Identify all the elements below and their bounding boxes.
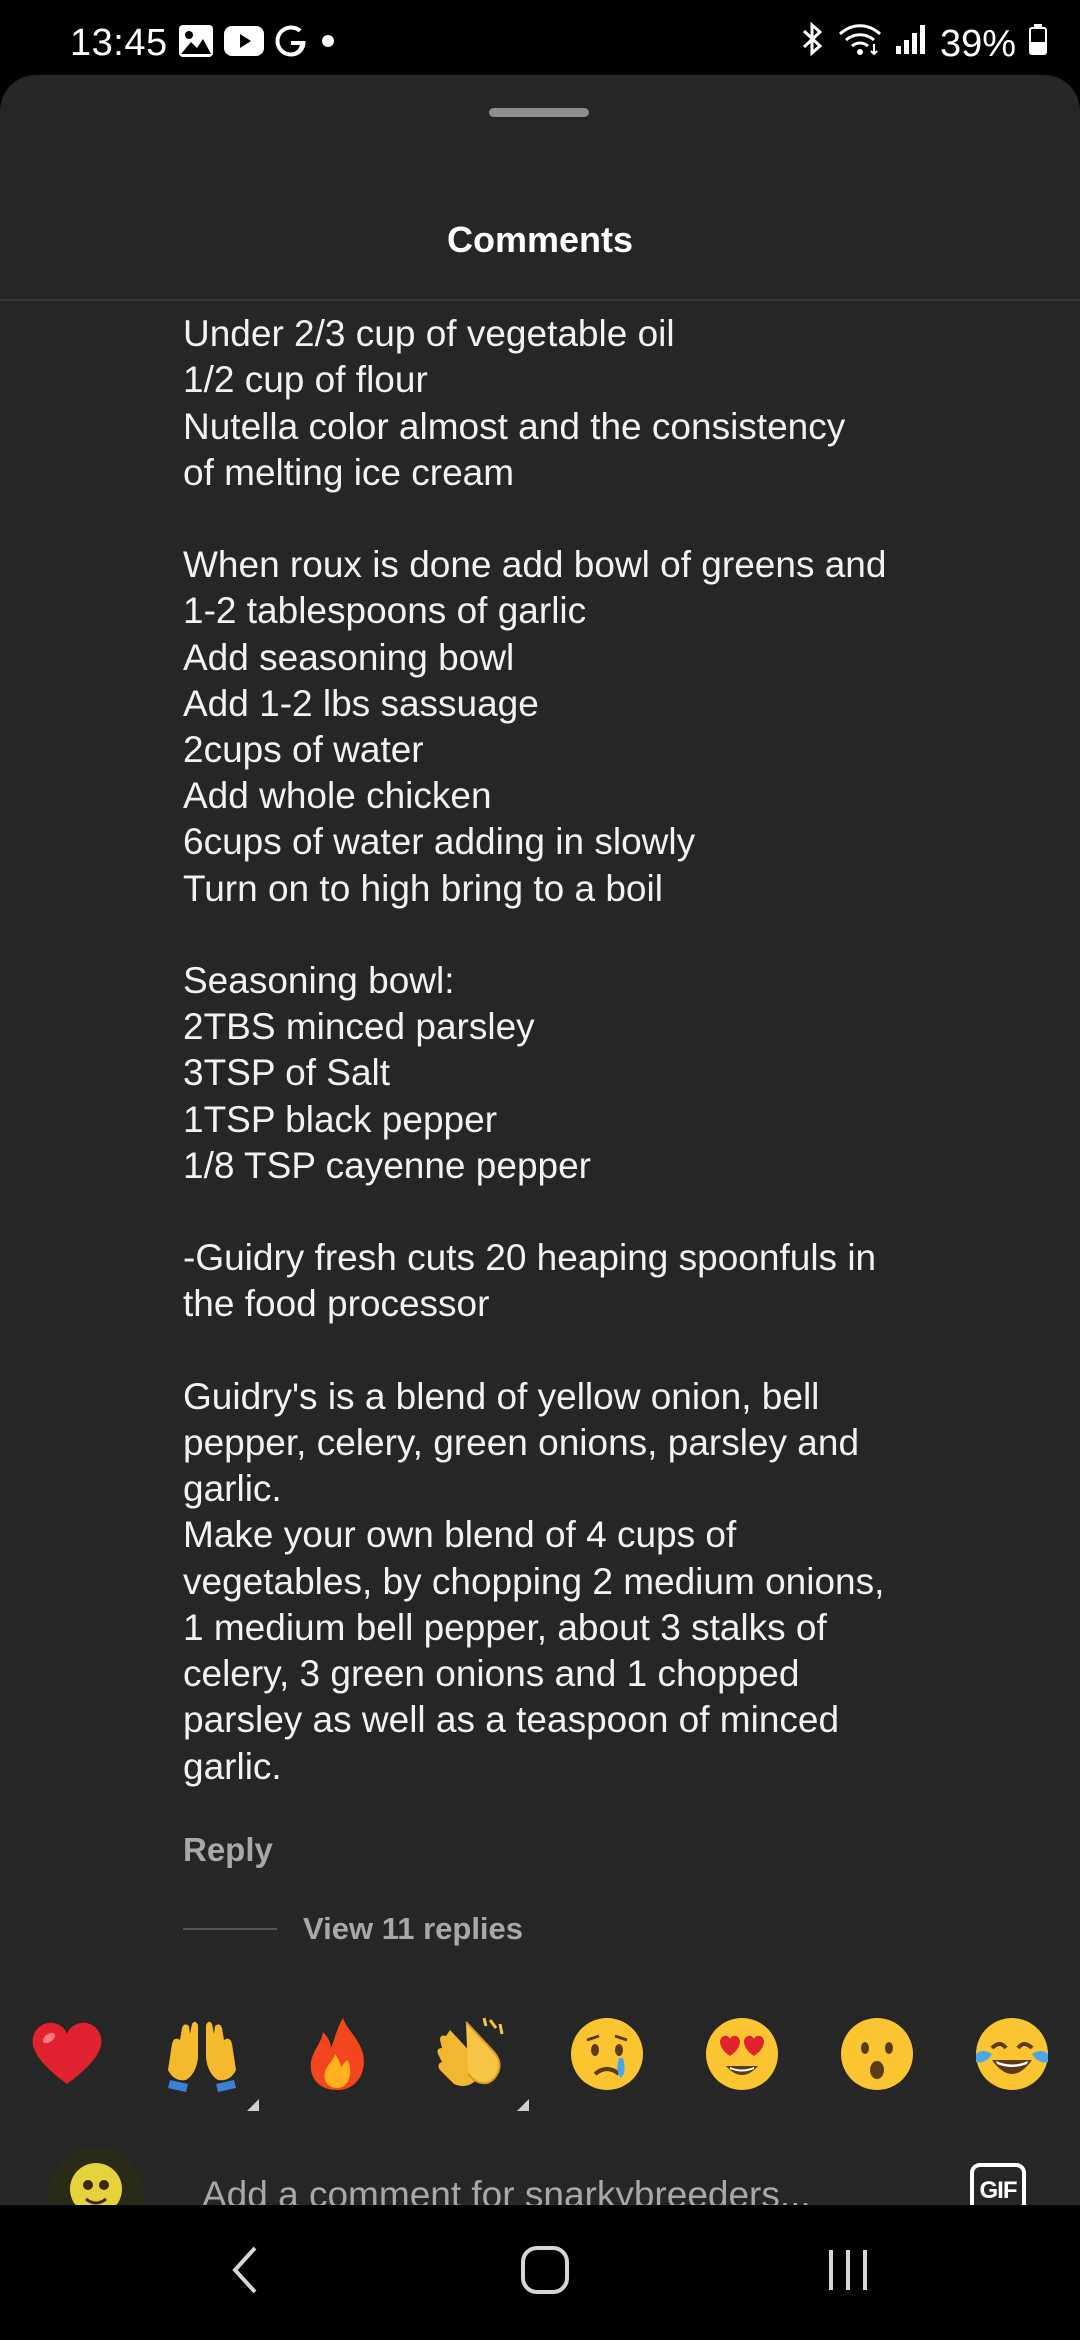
status-time: 13:45	[70, 22, 168, 64]
view-replies-button[interactable]: View 11 replies	[183, 1911, 523, 1947]
fire-emoji[interactable]	[292, 2009, 382, 2099]
clapping-hands-emoji[interactable]	[427, 2009, 529, 2111]
youtube-icon	[224, 26, 264, 61]
red-heart-emoji[interactable]	[22, 2009, 112, 2099]
view-replies-label: View 11 replies	[303, 1911, 524, 1946]
status-bar: 13:45 39%	[0, 0, 1080, 75]
google-icon	[274, 24, 308, 63]
view-replies-line	[183, 1928, 277, 1930]
signal-icon	[894, 22, 928, 66]
heart-eyes-emoji[interactable]	[697, 2009, 787, 2099]
avatar[interactable]	[48, 2147, 144, 2205]
gif-button[interactable]: GIF	[970, 2163, 1026, 2205]
comment-input[interactable]	[200, 2162, 904, 2205]
recents-button[interactable]	[758, 2205, 938, 2340]
emoji-quick-bar	[0, 1997, 1080, 2117]
home-icon	[519, 2244, 571, 2301]
surprised-face-emoji[interactable]	[832, 2009, 922, 2099]
drag-handle[interactable]	[489, 108, 589, 117]
battery-percentage: 39%	[939, 22, 1016, 65]
sheet-title: Comments	[446, 219, 634, 260]
navigation-bar	[0, 2205, 1080, 2340]
back-chevron-icon	[225, 2242, 265, 2303]
comments-sheet: Comments Roux Under 2/3 cup of vegetable…	[0, 75, 1080, 2205]
crying-face-emoji[interactable]	[562, 2009, 652, 2099]
recents-icon	[823, 2246, 873, 2299]
home-button[interactable]	[455, 2205, 635, 2340]
wifi-icon	[838, 22, 882, 66]
raising-hands-emoji[interactable]	[157, 2009, 259, 2111]
reply-button[interactable]: Reply	[183, 1831, 273, 1869]
dot-icon	[318, 24, 338, 63]
status-system-icons: 39%	[800, 21, 1048, 66]
gallery-icon	[178, 24, 214, 63]
back-button[interactable]	[155, 2205, 335, 2340]
battery-icon	[1028, 22, 1048, 66]
comment-text: Roux Under 2/3 cup of vegetable oil 1/2 …	[183, 301, 887, 1787]
comment-list[interactable]: Roux Under 2/3 cup of vegetable oil 1/2 …	[0, 301, 1080, 1997]
bluetooth-icon	[800, 21, 826, 66]
comment-composer: GIF	[0, 2117, 1080, 2205]
tears-of-joy-emoji[interactable]	[967, 2009, 1057, 2099]
status-notification-icons	[178, 24, 338, 63]
